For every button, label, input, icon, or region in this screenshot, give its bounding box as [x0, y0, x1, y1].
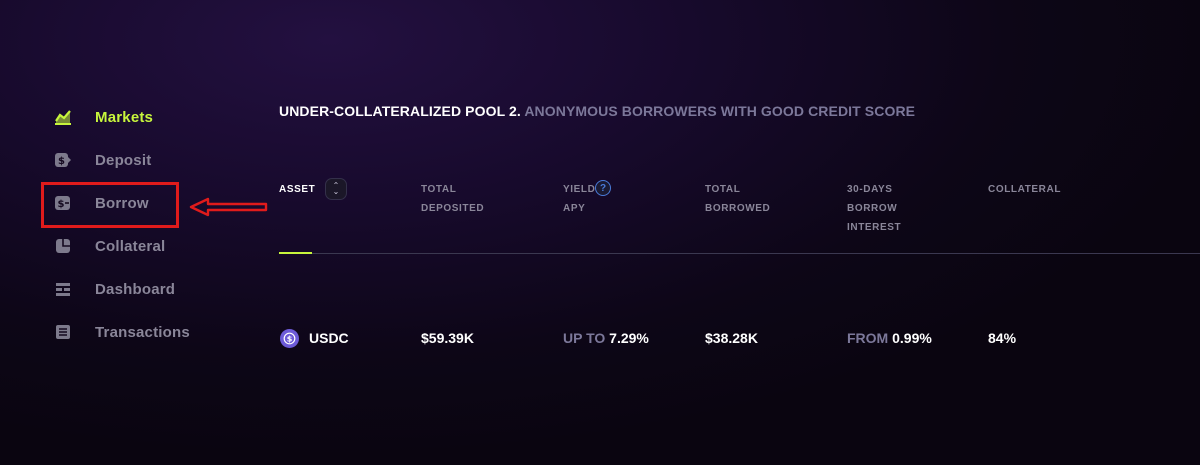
header-line: TOTAL: [421, 184, 457, 195]
pool-title-muted: ANONYMOUS BORROWERS WITH GOOD CREDIT SCO…: [524, 103, 916, 119]
header-line: 30-DAYS: [847, 184, 893, 195]
cell-borrow-interest: FROM 0.99%: [847, 330, 932, 346]
header-line: DEPOSITED: [421, 203, 485, 214]
pie-chart-icon: [54, 237, 72, 255]
header-line: YIELD: [563, 184, 596, 195]
header-line: COLLATERAL: [988, 184, 1062, 195]
cell-interest-value: 0.99%: [892, 330, 932, 346]
header-line: BORROW: [847, 203, 898, 214]
svg-text:$: $: [287, 334, 293, 343]
header-total-deposited: TOTAL DEPOSITED: [421, 180, 484, 218]
header-line: TOTAL: [705, 184, 741, 195]
cell-total-borrowed: $38.28K: [705, 330, 758, 346]
sort-button[interactable]: ⌃ ⌄: [325, 178, 347, 200]
header-total-borrowed: TOTAL BORROWED: [705, 180, 770, 218]
sidebar-item-transactions[interactable]: Transactions: [54, 316, 224, 348]
header-line: INTEREST: [847, 222, 902, 233]
sidebar-item-label: Transactions: [95, 323, 190, 341]
chart-up-icon: [54, 108, 72, 126]
sidebar-item-deposit[interactable]: $ Deposit: [54, 144, 224, 176]
pool-title: UNDER-COLLATERALIZED POOL 2. ANONYMOUS B…: [279, 103, 915, 119]
dashboard-icon: [54, 280, 72, 298]
cell-total-deposited: $59.39K: [421, 330, 474, 346]
document-icon: [54, 323, 72, 341]
cell-interest-prefix: FROM: [847, 330, 889, 346]
header-line: BORROWED: [705, 203, 771, 214]
pool-title-strong: UNDER-COLLATERALIZED POOL 2.: [279, 103, 521, 119]
header-asset-label: ASSET: [279, 184, 316, 195]
sidebar-item-label: Deposit: [95, 151, 152, 169]
header-line: APY: [563, 203, 586, 214]
header-collateral: COLLATERAL: [988, 180, 1061, 199]
sidebar-item-label: Markets: [95, 108, 154, 126]
cell-yield: UP TO 7.29%: [563, 330, 649, 346]
sidebar-item-collateral[interactable]: Collateral: [54, 230, 224, 262]
header-asset[interactable]: ASSET: [279, 180, 315, 199]
table-divider-accent: [279, 252, 312, 254]
cell-collateral: 84%: [988, 330, 1017, 346]
cell-yield-value: 7.29%: [609, 330, 649, 346]
usdc-icon: $: [280, 329, 299, 348]
header-yield-apy: YIELD APY: [563, 180, 595, 218]
table-divider: [279, 253, 1200, 254]
sidebar-item-markets[interactable]: Markets: [54, 101, 224, 133]
sidebar-item-label: Dashboard: [95, 280, 176, 298]
cell-asset: USDC: [309, 330, 349, 346]
annotation-highlight-box: [41, 182, 179, 228]
annotation-arrow-icon: [189, 197, 268, 217]
sidebar-item-label: Collateral: [95, 237, 166, 255]
chevron-down-icon: ⌄: [332, 187, 340, 196]
deposit-coin-icon: $: [54, 151, 72, 169]
help-icon[interactable]: ?: [595, 180, 611, 196]
header-borrow-interest: 30-DAYS BORROW INTEREST: [847, 180, 901, 237]
sidebar-item-dashboard[interactable]: Dashboard: [54, 273, 224, 305]
svg-text:$: $: [58, 156, 65, 167]
cell-yield-prefix: UP TO: [563, 330, 606, 346]
